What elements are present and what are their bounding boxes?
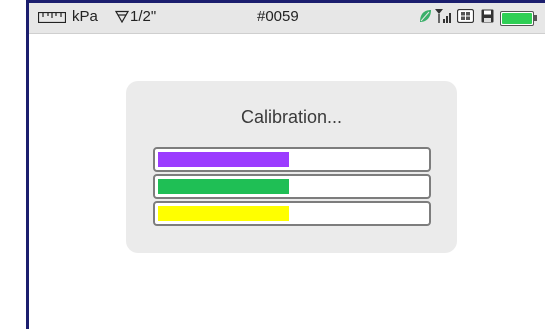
calibration-dialog: Calibration... (126, 81, 457, 253)
save-icon (481, 9, 494, 23)
window-frame-left (26, 0, 29, 329)
signal-strength-icon (435, 9, 451, 23)
sim-card-icon (457, 9, 474, 23)
progress-bar-green (153, 174, 431, 199)
pipe-size-value: 1/2" (130, 8, 157, 25)
progress-fill-yellow (158, 206, 289, 221)
dialog-title: Calibration... (240, 107, 343, 127)
battery-level (502, 13, 532, 24)
pipe-size-icon (115, 10, 129, 23)
device-id: #0059 (257, 8, 299, 25)
progress-bar-purple (153, 147, 431, 172)
ruler-icon (38, 12, 66, 23)
progress-bar-yellow (153, 201, 431, 226)
battery-tip (534, 15, 537, 21)
battery-icon (500, 11, 534, 26)
progress-fill-purple (158, 152, 289, 167)
status-bar: kPa 1/2" #0059 (29, 3, 545, 34)
pressure-unit: kPa (72, 8, 98, 25)
pipe-size: 1/2" (115, 8, 156, 25)
progress-fill-green (158, 179, 289, 194)
leaf-icon (420, 10, 431, 22)
